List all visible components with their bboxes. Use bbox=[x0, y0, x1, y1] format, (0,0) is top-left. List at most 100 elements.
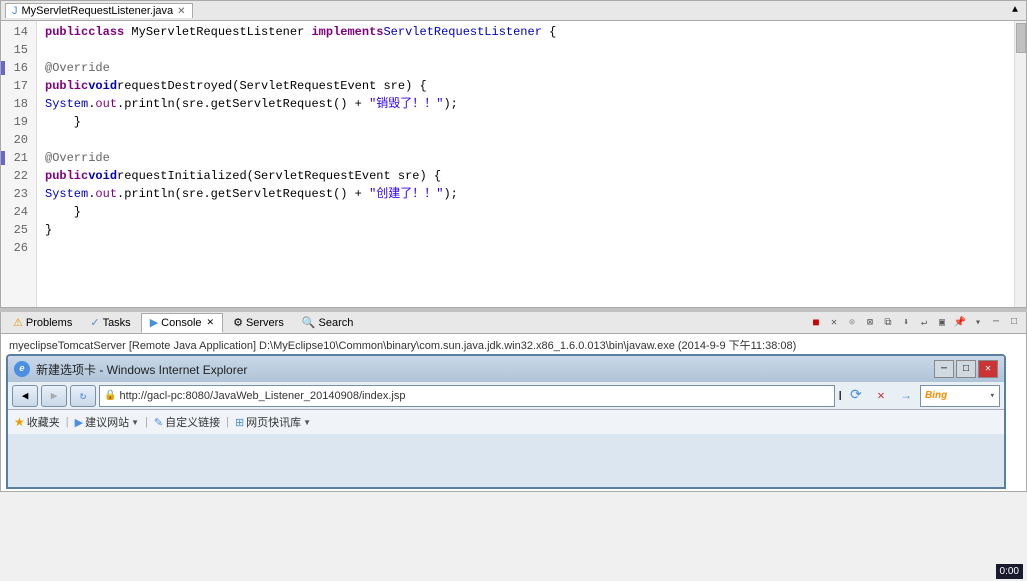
minimize-btn[interactable]: ─ bbox=[988, 315, 1004, 331]
code-line: @Override bbox=[45, 59, 1018, 77]
favorites-star-icon: ★ bbox=[14, 415, 25, 429]
bing-icon: Bing bbox=[925, 390, 947, 401]
refresh-page-btn[interactable]: ⟳ bbox=[845, 385, 867, 407]
fav-item-custom[interactable]: ✎ 自定义链接 bbox=[154, 414, 220, 430]
fav-quicktabs-label: 网页快讯库 bbox=[246, 414, 301, 430]
editor-tab-bar: J MyServletRequestListener.java ✕ ▲ bbox=[1, 1, 1026, 21]
code-line bbox=[45, 239, 1018, 257]
favorites-label: 收藏夹 bbox=[27, 414, 60, 430]
panel-tab-search[interactable]: 🔍 Search bbox=[294, 313, 362, 333]
search-expand-icon[interactable]: ▾ bbox=[990, 391, 995, 401]
search-label: Search bbox=[319, 317, 354, 329]
fav-item-quicktabs[interactable]: ⊞ 网页快讯库 ▼ bbox=[235, 414, 311, 430]
code-line: public class MyServletRequestListener im… bbox=[45, 23, 1018, 41]
console-label: Console bbox=[161, 317, 201, 329]
code-line: public void requestDestroyed(ServletRequ… bbox=[45, 77, 1018, 95]
tab-icon: J bbox=[12, 5, 18, 17]
search-box[interactable]: Bing ▾ bbox=[920, 385, 1000, 407]
servers-label: Servers bbox=[246, 317, 284, 329]
panel-tab-problems[interactable]: ⚠ Problems bbox=[5, 313, 80, 333]
pin-btn[interactable]: 📌 bbox=[952, 315, 968, 331]
taskbar-clock: 0:00 bbox=[996, 564, 1023, 579]
line-number: 14 bbox=[1, 23, 32, 41]
menu-btn[interactable]: ▾ bbox=[970, 315, 986, 331]
line-number: 18 bbox=[1, 95, 32, 113]
copy-btn[interactable]: ⧉ bbox=[880, 315, 896, 331]
editor-maximize-icon[interactable]: ▲ bbox=[1008, 3, 1022, 18]
address-bar[interactable]: 🔒 http://gacl-pc:8080/JavaWeb_Listener_2… bbox=[99, 385, 835, 407]
line-number: 20 bbox=[1, 131, 32, 149]
tasks-label: Tasks bbox=[103, 317, 131, 329]
console-close-icon[interactable]: ✕ bbox=[207, 317, 215, 328]
ie-icon: e bbox=[14, 361, 30, 377]
panel-toolbar: ■ ✕ ⊗ ⊠ ⧉ ⬇ ↵ ▣ 📌 ▾ ─ □ bbox=[808, 315, 1022, 331]
word-wrap-btn[interactable]: ↵ bbox=[916, 315, 932, 331]
browser-close-btn[interactable]: ✕ bbox=[978, 360, 998, 378]
refresh-btn[interactable]: ↻ bbox=[70, 385, 96, 407]
forward-btn[interactable]: ▶ bbox=[41, 385, 67, 407]
tab-close-icon[interactable]: ✕ bbox=[177, 6, 185, 17]
browser-title-bar: e 新建选项卡 - Windows Internet Explorer ─ □ … bbox=[8, 356, 1004, 382]
favorites-menu[interactable]: ★ 收藏夹 bbox=[14, 414, 60, 430]
panel-tab-tasks[interactable]: ✓ Tasks bbox=[82, 313, 138, 333]
cursor-in-address: I bbox=[838, 388, 842, 403]
line-number: 21 bbox=[1, 149, 32, 167]
fav-suggestions-label: 建议网站 bbox=[85, 414, 129, 430]
code-line bbox=[45, 41, 1018, 59]
terminate-btn[interactable]: ⊗ bbox=[844, 315, 860, 331]
code-line: public void requestInitialized(ServletRe… bbox=[45, 167, 1018, 185]
disconnect-btn[interactable]: ✕ bbox=[826, 315, 842, 331]
browser-restore-btn[interactable]: □ bbox=[956, 360, 976, 378]
address-text: http://gacl-pc:8080/JavaWeb_Listener_201… bbox=[119, 390, 830, 402]
stop-btn[interactable]: ■ bbox=[808, 315, 824, 331]
suggestions-dropdown-icon[interactable]: ▼ bbox=[131, 418, 139, 427]
code-line: @Override bbox=[45, 149, 1018, 167]
search-icon: 🔍 bbox=[302, 316, 316, 329]
browser-window: e 新建选项卡 - Windows Internet Explorer ─ □ … bbox=[6, 354, 1006, 489]
panel-tab-servers[interactable]: ⚙ Servers bbox=[225, 313, 292, 333]
go-btn[interactable]: → bbox=[895, 385, 917, 407]
line-numbers: 14151617181920212223242526 bbox=[1, 21, 37, 307]
fav-divider2: | bbox=[145, 416, 148, 428]
browser-window-buttons: ─ □ ✕ bbox=[934, 360, 998, 378]
problems-icon: ⚠ bbox=[13, 316, 23, 329]
line-number: 19 bbox=[1, 113, 32, 131]
servers-icon: ⚙ bbox=[233, 316, 243, 329]
browser-nav-bar: ◀ ▶ ↻ 🔒 http://gacl-pc:8080/JavaWeb_List… bbox=[8, 382, 1004, 410]
fav-green-icon: ▶ bbox=[75, 416, 83, 429]
address-security-icon: 🔒 bbox=[104, 390, 116, 402]
open-console-btn[interactable]: ▣ bbox=[934, 315, 950, 331]
maximize-panel-btn[interactable]: □ bbox=[1006, 315, 1022, 331]
line-number: 23 bbox=[1, 185, 32, 203]
editor-container: J MyServletRequestListener.java ✕ ▲ 1415… bbox=[0, 0, 1027, 308]
fav-item-suggestions[interactable]: ▶ 建议网站 ▼ bbox=[75, 414, 139, 430]
console-text: myeclipseTomcatServer [Remote Java Appli… bbox=[9, 340, 796, 352]
line-number: 25 bbox=[1, 221, 32, 239]
stop-page-btn[interactable]: ✕ bbox=[870, 385, 892, 407]
browser-favorites-bar: ★ 收藏夹 | ▶ 建议网站 ▼ | ✎ 自定义链接 | ⊞ 网页快讯库 ▼ bbox=[8, 410, 1004, 434]
panel-tab-console[interactable]: ▶ Console ✕ bbox=[141, 313, 223, 333]
panel-tab-bar: ⚠ Problems ✓ Tasks ▶ Console ✕ ⚙ Servers… bbox=[1, 312, 1026, 334]
browser-title: 新建选项卡 - Windows Internet Explorer bbox=[36, 361, 928, 378]
code-line bbox=[45, 131, 1018, 149]
line-number: 15 bbox=[1, 41, 32, 59]
editor-tab[interactable]: J MyServletRequestListener.java ✕ bbox=[5, 3, 193, 18]
scroll-lock-btn[interactable]: ⬇ bbox=[898, 315, 914, 331]
line-number: 26 bbox=[1, 239, 32, 257]
fav-divider: | bbox=[66, 416, 69, 428]
clear-btn[interactable]: ⊠ bbox=[862, 315, 878, 331]
browser-minimize-btn[interactable]: ─ bbox=[934, 360, 954, 378]
line-number: 16 bbox=[1, 59, 32, 77]
code-area[interactable]: public class MyServletRequestListener im… bbox=[37, 21, 1026, 307]
fav-custom-label: 自定义链接 bbox=[165, 414, 220, 430]
editor-scrollbar[interactable] bbox=[1014, 21, 1026, 307]
scrollbar-thumb[interactable] bbox=[1016, 23, 1026, 53]
fav-edit-icon: ✎ bbox=[154, 416, 163, 429]
clock-time: 0:00 bbox=[1000, 566, 1019, 577]
editor-content: 14151617181920212223242526 public class … bbox=[1, 21, 1026, 307]
console-icon: ▶ bbox=[150, 316, 158, 329]
quicktabs-dropdown-icon[interactable]: ▼ bbox=[303, 418, 311, 427]
code-line: } bbox=[45, 221, 1018, 239]
back-btn[interactable]: ◀ bbox=[12, 385, 38, 407]
code-line: } bbox=[45, 203, 1018, 221]
